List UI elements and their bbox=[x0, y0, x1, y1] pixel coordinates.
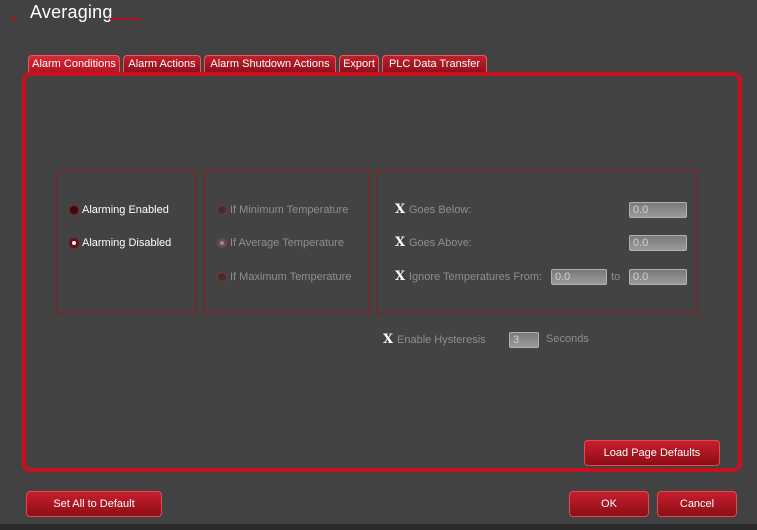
tab-alarm-actions[interactable]: Alarm Actions bbox=[123, 55, 201, 73]
alarming-group: Alarming Enabled Alarming Disabled bbox=[56, 170, 196, 314]
avg-temp-radio[interactable] bbox=[217, 238, 227, 249]
set-all-to-default-button[interactable]: Set All to Default bbox=[26, 491, 162, 517]
goes-above-input[interactable]: 0.0 bbox=[629, 235, 687, 251]
alarming-enabled-radio[interactable] bbox=[69, 205, 79, 216]
group-title: Averaging bbox=[30, 2, 113, 22]
tab-plc-data-transfer[interactable]: PLC Data Transfer bbox=[382, 55, 487, 73]
hysteresis-option[interactable]: X Enable Hysteresis bbox=[383, 332, 486, 348]
goes-below-option[interactable]: X Goes Below: bbox=[395, 202, 471, 218]
ok-button[interactable]: OK bbox=[569, 491, 649, 517]
max-temp-radio[interactable] bbox=[217, 272, 227, 283]
ignore-to-input[interactable]: 0.0 bbox=[629, 269, 687, 285]
hysteresis-checkbox[interactable]: X bbox=[383, 332, 397, 348]
conditions-group: X Goes Below: 0.0 X Goes Above: 0.0 X Ignor… bbox=[376, 170, 698, 314]
avg-temp-option[interactable]: If Average Temperature bbox=[217, 235, 344, 251]
goes-below-checkbox[interactable]: X bbox=[395, 202, 409, 218]
min-temp-option[interactable]: If Minimum Temperature bbox=[217, 202, 348, 218]
hysteresis-label: Enable Hysteresis bbox=[397, 334, 486, 347]
tab-alarm-shutdown-actions[interactable]: Alarm Shutdown Actions bbox=[204, 55, 336, 73]
goes-below-input[interactable]: 0.0 bbox=[629, 202, 687, 218]
load-page-defaults-button[interactable]: Load Page Defaults bbox=[584, 440, 720, 466]
goes-above-checkbox[interactable]: X bbox=[395, 235, 409, 251]
temperature-mode-group: If Minimum Temperature If Average Temper… bbox=[204, 170, 370, 314]
tab-export[interactable]: Export bbox=[339, 55, 379, 73]
min-temp-radio[interactable] bbox=[217, 205, 227, 216]
avg-temp-label: If Average Temperature bbox=[230, 237, 344, 250]
alarming-disabled-radio[interactable] bbox=[69, 238, 79, 249]
alarming-disabled-label: Alarming Disabled bbox=[82, 237, 172, 250]
max-temp-option[interactable]: If Maximum Temperature bbox=[217, 269, 351, 285]
title-line-left bbox=[10, 18, 16, 20]
goes-below-label: Goes Below: bbox=[409, 204, 472, 217]
alarming-enabled-label: Alarming Enabled bbox=[82, 204, 169, 217]
tab-alarm-conditions[interactable]: Alarm Conditions bbox=[28, 55, 120, 73]
min-temp-label: If Minimum Temperature bbox=[230, 204, 349, 217]
cancel-button[interactable]: Cancel bbox=[657, 491, 737, 517]
ignore-temps-option[interactable]: X Ignore Temperatures From: bbox=[395, 269, 542, 285]
goes-above-option[interactable]: X Goes Above: bbox=[395, 235, 472, 251]
ignore-temps-checkbox[interactable]: X bbox=[395, 269, 409, 285]
bottom-strip bbox=[0, 524, 757, 530]
hysteresis-unit: Seconds bbox=[546, 333, 589, 345]
ignore-from-input[interactable]: 0.0 bbox=[551, 269, 607, 285]
ignore-temps-label: Ignore Temperatures From: bbox=[409, 271, 543, 284]
to-label: to bbox=[611, 271, 621, 283]
max-temp-label: If Maximum Temperature bbox=[230, 271, 352, 284]
hysteresis-input[interactable]: 3 bbox=[509, 332, 539, 348]
alarming-enabled-option[interactable]: Alarming Enabled bbox=[69, 202, 169, 218]
goes-above-label: Goes Above: bbox=[409, 237, 472, 250]
alarming-disabled-option[interactable]: Alarming Disabled bbox=[69, 235, 171, 251]
title-line-right bbox=[110, 18, 140, 20]
